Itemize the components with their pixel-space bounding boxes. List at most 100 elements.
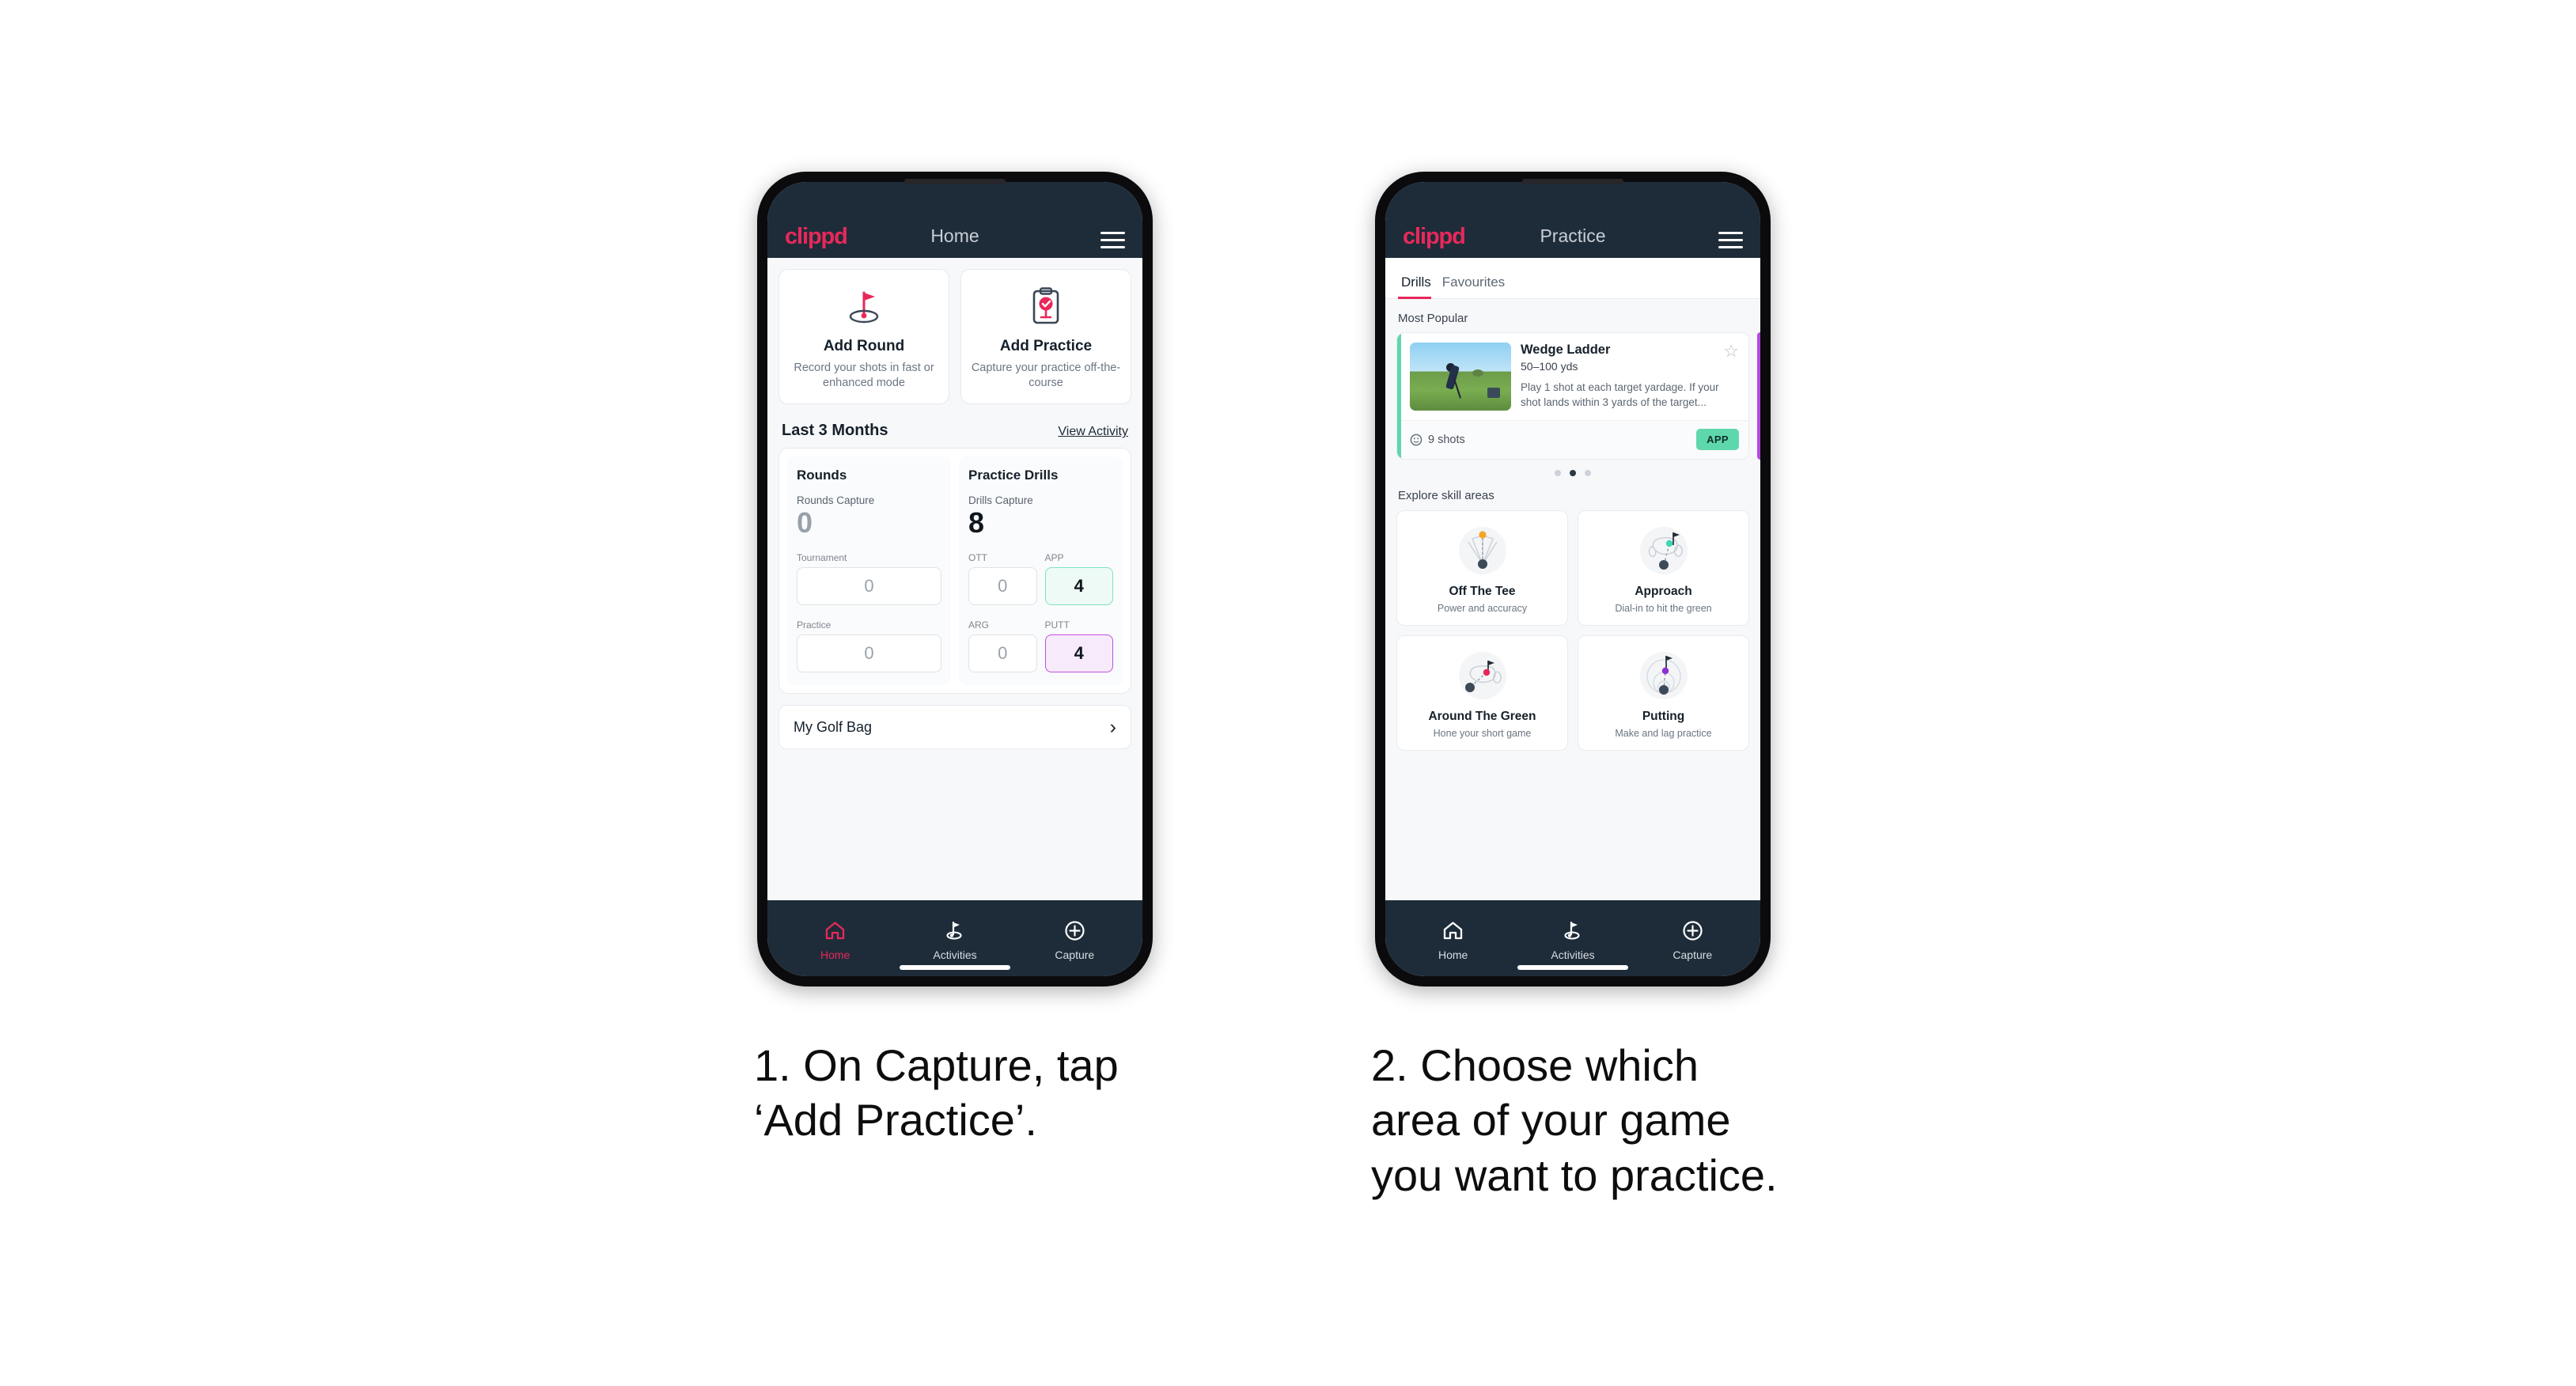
section-title: Last 3 Months bbox=[782, 422, 888, 440]
appbar-practice: clippd Practice bbox=[1385, 182, 1760, 258]
arg-label: ARG bbox=[968, 619, 990, 631]
around-the-green-icon bbox=[1402, 646, 1563, 705]
star-outline-icon[interactable]: ☆ bbox=[1723, 343, 1739, 360]
skill-subtitle: Power and accuracy bbox=[1437, 603, 1528, 614]
nav-home-label: Home bbox=[820, 948, 850, 961]
rounds-capture-value: 0 bbox=[797, 506, 813, 540]
rounds-column: Rounds Rounds Capture 0 Tournament 0 Pra… bbox=[787, 456, 951, 686]
stats-card: Rounds Rounds Capture 0 Tournament 0 Pra… bbox=[778, 448, 1131, 695]
drill-card-wedge-ladder[interactable]: Wedge Ladder 50–100 yds ☆ Play 1 shot at… bbox=[1396, 332, 1749, 460]
drill-shots-label: 9 shots bbox=[1428, 433, 1465, 446]
nav-home-label: Home bbox=[1438, 948, 1468, 961]
skill-subtitle: Hone your short game bbox=[1433, 728, 1532, 739]
add-practice-subtitle: Capture your practice off-the-course bbox=[971, 362, 1121, 390]
next-card-peek[interactable] bbox=[1757, 332, 1760, 460]
tab-drills[interactable]: Drills bbox=[1398, 275, 1439, 299]
home-indicator bbox=[900, 965, 1010, 970]
last-3-months-header: Last 3 Months View Activity bbox=[782, 422, 1128, 440]
home-icon bbox=[775, 919, 895, 943]
my-golf-bag-label: My Golf Bag bbox=[794, 718, 873, 735]
nav-capture[interactable]: Capture bbox=[1633, 919, 1752, 961]
most-popular-label: Most Popular bbox=[1398, 312, 1468, 325]
tournament-value[interactable]: 0 bbox=[797, 567, 941, 606]
skill-areas-grid: Off The Tee Power and accuracy Approach … bbox=[1396, 510, 1749, 751]
drills-capture-value: 8 bbox=[968, 506, 985, 540]
drills-heading: Practice Drills bbox=[968, 468, 1059, 483]
skill-subtitle: Dial-in to hit the green bbox=[1615, 603, 1712, 614]
bottom-nav-practice: Home Activities Capture bbox=[1385, 900, 1760, 976]
home-indicator bbox=[1517, 965, 1628, 970]
practice-value[interactable]: 0 bbox=[797, 634, 941, 673]
carousel-dots[interactable] bbox=[1396, 470, 1749, 476]
bottom-nav-home: Home Activities Capture bbox=[767, 900, 1142, 976]
explore-skill-areas-label: Explore skill areas bbox=[1398, 489, 1494, 502]
screen-practice: clippd Practice Drills Favourites Most P… bbox=[1385, 182, 1760, 976]
plus-circle-icon bbox=[1015, 919, 1135, 943]
app-label: APP bbox=[1044, 552, 1064, 564]
golf-flag-hole-icon bbox=[786, 284, 942, 330]
ott-value[interactable]: 0 bbox=[968, 567, 1037, 606]
phone-home: clippd Home Add Round Record your shots … bbox=[757, 172, 1153, 986]
tournament-label: Tournament bbox=[797, 552, 847, 564]
clock-icon bbox=[1410, 434, 1422, 445]
drill-name: Wedge Ladder bbox=[1521, 343, 1611, 357]
rounds-heading: Rounds bbox=[797, 468, 847, 483]
clippd-logo[interactable]: clippd bbox=[1403, 225, 1466, 248]
arg-value[interactable]: 0 bbox=[968, 634, 1037, 673]
nav-capture-label: Capture bbox=[1673, 948, 1713, 961]
my-golf-bag-row[interactable]: My Golf Bag › bbox=[778, 705, 1131, 750]
drill-carousel[interactable]: Wedge Ladder 50–100 yds ☆ Play 1 shot at… bbox=[1396, 332, 1760, 460]
skill-card-around-the-green[interactable]: Around The Green Hone your short game bbox=[1396, 635, 1568, 751]
caption-step-2: 2. Choose which area of your game you wa… bbox=[1371, 1040, 1778, 1200]
hamburger-icon[interactable] bbox=[1718, 232, 1743, 248]
carousel-dot[interactable] bbox=[1585, 470, 1591, 476]
appbar-home: clippd Home bbox=[767, 182, 1142, 258]
golf-flag-icon bbox=[1513, 919, 1632, 943]
practice-label: Practice bbox=[797, 619, 832, 631]
caption-step-1: 1. On Capture, tap ‘Add Practice’. bbox=[754, 1040, 1119, 1146]
golf-flag-icon bbox=[895, 919, 1014, 943]
phone-practice: clippd Practice Drills Favourites Most P… bbox=[1375, 172, 1771, 986]
add-round-card[interactable]: Add Round Record your shots in fast or e… bbox=[778, 269, 949, 405]
skill-card-approach[interactable]: Approach Dial-in to hit the green bbox=[1578, 510, 1749, 626]
practice-drills-column: Practice Drills Drills Capture 8 OTT 0 A… bbox=[959, 456, 1123, 686]
carousel-dot-active[interactable] bbox=[1570, 470, 1576, 476]
app-value[interactable]: 4 bbox=[1044, 567, 1113, 606]
hamburger-icon[interactable] bbox=[1100, 232, 1125, 248]
ott-label: OTT bbox=[968, 552, 987, 564]
carousel-dot[interactable] bbox=[1555, 470, 1561, 476]
putt-value[interactable]: 4 bbox=[1044, 634, 1113, 673]
practice-content: Most Popular Wedge Ladder 50–100 yds ☆ P… bbox=[1385, 299, 1760, 900]
putt-label: PUTT bbox=[1044, 619, 1070, 631]
clippd-logo[interactable]: clippd bbox=[785, 225, 848, 248]
add-practice-card[interactable]: Add Practice Capture your practice off-t… bbox=[960, 269, 1131, 405]
nav-home[interactable]: Home bbox=[775, 919, 895, 961]
nav-activities[interactable]: Activities bbox=[1513, 919, 1632, 961]
drill-thumbnail bbox=[1410, 343, 1511, 411]
clipboard-check-tee-icon bbox=[968, 284, 1124, 330]
view-activity-link[interactable]: View Activity bbox=[1058, 425, 1128, 439]
skill-card-off-the-tee[interactable]: Off The Tee Power and accuracy bbox=[1396, 510, 1568, 626]
practice-tabs: Drills Favourites bbox=[1385, 258, 1760, 299]
skill-subtitle: Make and lag practice bbox=[1615, 728, 1712, 739]
tab-favourites[interactable]: Favourites bbox=[1439, 275, 1513, 298]
page-root: clippd Home Add Round Record your shots … bbox=[0, 0, 2576, 1386]
home-icon bbox=[1393, 919, 1513, 943]
nav-activities[interactable]: Activities bbox=[895, 919, 1014, 961]
nav-activities-label: Activities bbox=[1551, 948, 1595, 961]
nav-home[interactable]: Home bbox=[1393, 919, 1513, 961]
home-content: Add Round Record your shots in fast or e… bbox=[767, 258, 1142, 900]
drill-accent-bar bbox=[1397, 333, 1401, 459]
drill-yardage: 50–100 yds bbox=[1521, 360, 1578, 373]
skill-card-putting[interactable]: Putting Make and lag practice bbox=[1578, 635, 1749, 751]
drill-description: Play 1 shot at each target yardage. If y… bbox=[1521, 381, 1719, 409]
off-the-tee-icon bbox=[1402, 521, 1563, 580]
rounds-capture-label: Rounds Capture bbox=[797, 494, 875, 507]
drill-badge: APP bbox=[1696, 429, 1739, 450]
nav-capture[interactable]: Capture bbox=[1015, 919, 1135, 961]
skill-name: Around The Green bbox=[1428, 710, 1536, 723]
screen-home: clippd Home Add Round Record your shots … bbox=[767, 182, 1142, 976]
skill-name: Putting bbox=[1642, 710, 1685, 723]
quick-actions-row: Add Round Record your shots in fast or e… bbox=[778, 269, 1131, 405]
skill-name: Approach bbox=[1635, 585, 1692, 598]
